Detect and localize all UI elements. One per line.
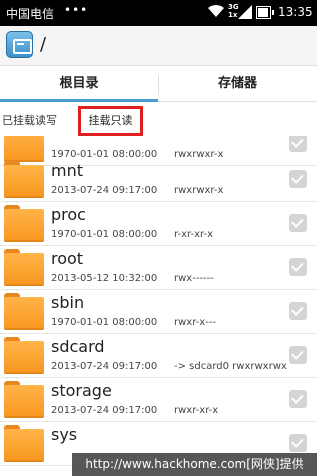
select-checkbox[interactable] bbox=[289, 346, 307, 364]
folder-icon bbox=[4, 293, 44, 330]
tab-bar: 根目录 存储器 bbox=[0, 67, 317, 102]
select-checkbox[interactable] bbox=[289, 302, 307, 320]
tab-storage[interactable]: 存储器 bbox=[158, 67, 317, 102]
file-name: mnt bbox=[51, 161, 83, 180]
file-permissions: rwxrwxr-x bbox=[174, 185, 224, 196]
select-checkbox[interactable] bbox=[289, 136, 307, 152]
current-path: / bbox=[40, 34, 47, 55]
mount-bar: 已挂载读写 挂载只读 bbox=[0, 102, 317, 136]
file-name: sbin bbox=[51, 293, 85, 312]
file-row[interactable]: root 2013-05-12 10:32:00 rwx------ bbox=[0, 246, 317, 290]
file-row[interactable]: sdcard 2013-07-24 09:17:00 -> sdcard0 rw… bbox=[0, 334, 317, 378]
file-date: 2013-07-24 09:17:00 bbox=[51, 405, 158, 416]
watermark: http://www.hackhome.com[网侠]提供 bbox=[72, 453, 317, 476]
file-name: sdcard bbox=[51, 337, 105, 356]
file-name: root bbox=[51, 249, 84, 268]
select-checkbox[interactable] bbox=[289, 170, 307, 188]
file-manager-icon[interactable] bbox=[6, 31, 33, 58]
app-bar: / bbox=[0, 26, 317, 66]
folder-icon bbox=[4, 249, 44, 286]
select-checkbox[interactable] bbox=[289, 258, 307, 276]
notification-dots: ••• bbox=[64, 3, 89, 17]
file-date: 2013-07-24 09:17:00 bbox=[51, 185, 158, 196]
file-name: storage bbox=[51, 381, 112, 400]
file-permissions: rwx------ bbox=[174, 273, 214, 284]
mount-readonly-button[interactable]: 挂载只读 bbox=[78, 106, 143, 136]
file-row[interactable]: mnt 2013-07-24 09:17:00 rwxrwxr-x bbox=[0, 158, 317, 202]
file-row[interactable]: storage 2013-07-24 09:17:00 rwxr-xr-x bbox=[0, 378, 317, 422]
mount-status-text: 已挂载读写 bbox=[2, 114, 57, 127]
folder-icon bbox=[4, 425, 44, 462]
signal-icon bbox=[238, 5, 252, 19]
file-list: 1970-01-01 08:00:00 rwxrwxr-x mnt 2013-0… bbox=[0, 136, 317, 476]
file-permissions: rwxr-x--- bbox=[174, 317, 217, 328]
file-row[interactable]: proc 1970-01-01 08:00:00 r-xr-xr-x bbox=[0, 202, 317, 246]
file-permissions: -> sdcard0 rwxrwxrwx bbox=[174, 361, 287, 372]
file-name: proc bbox=[51, 205, 86, 224]
select-checkbox[interactable] bbox=[289, 214, 307, 232]
carrier-label: 中国电信 bbox=[6, 7, 55, 21]
file-date: 1970-01-01 08:00:00 bbox=[51, 317, 158, 328]
tab-root[interactable]: 根目录 bbox=[0, 67, 158, 102]
file-date: 1970-01-01 08:00:00 bbox=[51, 229, 158, 240]
folder-icon bbox=[4, 205, 44, 242]
folder-icon bbox=[4, 337, 44, 374]
folder-icon bbox=[4, 161, 44, 198]
select-checkbox[interactable] bbox=[289, 434, 307, 452]
clock: 13:35 bbox=[278, 5, 313, 19]
file-permissions: rwxr-xr-x bbox=[174, 405, 219, 416]
file-date: 2013-07-24 09:17:00 bbox=[51, 361, 158, 372]
battery-icon bbox=[256, 6, 274, 19]
file-permissions: r-xr-xr-x bbox=[174, 229, 213, 240]
select-checkbox[interactable] bbox=[289, 390, 307, 408]
file-name: sys bbox=[51, 425, 78, 444]
file-row[interactable]: sbin 1970-01-01 08:00:00 rwxr-x--- bbox=[0, 290, 317, 334]
file-date: 2013-05-12 10:32:00 bbox=[51, 273, 158, 284]
folder-icon bbox=[4, 381, 44, 418]
status-bar: 中国电信 ••• 3G 1x 13:35 bbox=[0, 0, 317, 26]
wifi-icon bbox=[208, 4, 224, 17]
